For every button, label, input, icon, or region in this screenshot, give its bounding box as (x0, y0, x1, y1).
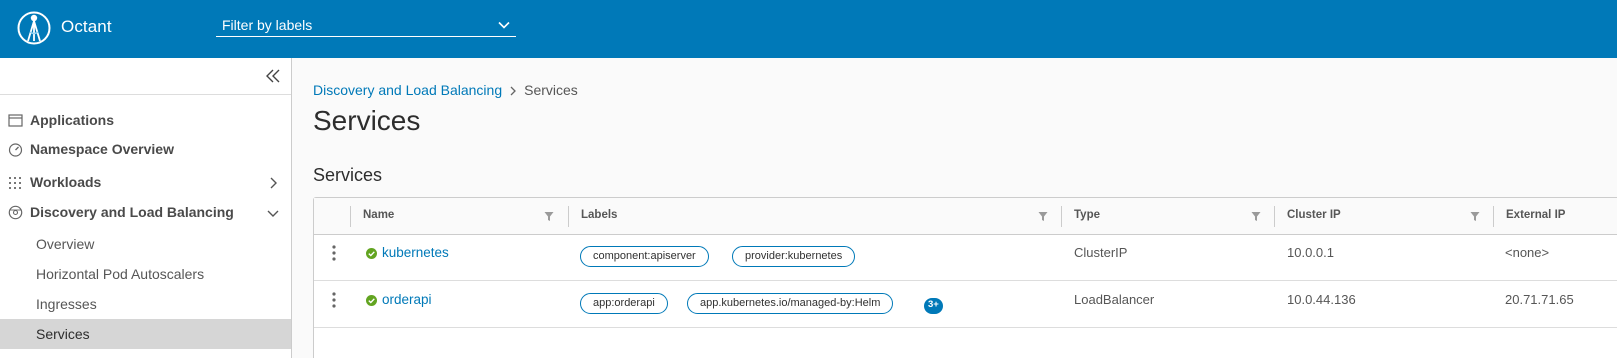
column-header-label: Type (1074, 209, 1100, 221)
applications-icon (8, 114, 23, 127)
filter-icon[interactable] (1470, 211, 1480, 222)
table-header: Name Labels Type Cluster IP External IP (314, 198, 1617, 235)
label-pill: component:apiserver (580, 246, 709, 267)
label-pill: app.kubernetes.io/managed-by:Helm (687, 293, 894, 314)
sidebar: Applications Namespace Overview Workload… (0, 58, 292, 358)
table-row: kubernetes component:apiserver provider:… (314, 235, 1617, 281)
sidebar-subitem-services[interactable]: Services (0, 319, 291, 349)
sidebar-subitem-overview[interactable]: Overview (0, 229, 291, 259)
chevron-down-icon[interactable] (267, 207, 279, 219)
sidebar-subitem-label: Services (36, 326, 90, 342)
column-header-external-ip[interactable]: External IP (1494, 198, 1617, 234)
sidebar-item-namespace-overview[interactable]: Namespace Overview (0, 135, 291, 165)
main-content: Discovery and Load Balancing Services Ser… (292, 58, 1617, 358)
table-row: orderapi app:orderapi app.kubernetes.io/… (314, 282, 1617, 328)
column-header-label: Cluster IP (1287, 209, 1341, 221)
label-pill: app:orderapi (580, 293, 668, 314)
vertical-ellipsis-icon[interactable] (327, 291, 341, 309)
column-header-label: Name (363, 209, 395, 221)
grid-icon (9, 177, 21, 189)
cluster-ip: 10.0.44.136 (1287, 292, 1356, 307)
label-filter-dropdown[interactable]: Filter by labels (216, 14, 516, 37)
sidebar-item-label: Namespace Overview (30, 141, 174, 157)
column-header-name[interactable]: Name (351, 198, 568, 234)
filter-icon[interactable] (1038, 211, 1048, 222)
status-ok-icon (366, 295, 377, 306)
chevron-right-icon[interactable] (267, 177, 279, 189)
filter-icon[interactable] (1251, 211, 1261, 222)
octant-logo-icon[interactable] (17, 10, 51, 46)
column-header-label: Labels (581, 209, 618, 221)
sidebar-item-label: Discovery and Load Balancing (30, 204, 234, 220)
label-pill: provider:kubernetes (732, 246, 856, 267)
sidebar-subitem-label: Horizontal Pod Autoscalers (36, 266, 205, 282)
label-filter-placeholder: Filter by labels (222, 17, 313, 33)
sidebar-subitem-ingresses[interactable]: Ingresses (0, 289, 291, 319)
network-globe-icon (8, 205, 23, 220)
vertical-ellipsis-icon[interactable] (327, 244, 341, 262)
breadcrumb-parent-link[interactable]: Discovery and Load Balancing (313, 82, 502, 98)
services-table: Name Labels Type Cluster IP External IP (313, 197, 1617, 358)
column-header-type[interactable]: Type (1062, 198, 1274, 234)
column-header-cluster-ip[interactable]: Cluster IP (1275, 198, 1493, 234)
breadcrumb-current: Services (524, 82, 578, 98)
chevron-down-icon (498, 21, 510, 29)
breadcrumb: Discovery and Load Balancing Services (313, 82, 578, 98)
dashboard-icon (8, 143, 23, 157)
app-title: Octant (61, 17, 112, 36)
external-ip: 20.71.71.65 (1505, 292, 1574, 307)
service-type: LoadBalancer (1074, 292, 1155, 307)
service-type: ClusterIP (1074, 245, 1128, 260)
chevron-right-icon (510, 86, 517, 96)
page-title: Services (313, 105, 421, 136)
double-chevron-left-icon[interactable] (265, 68, 281, 84)
sidebar-item-applications[interactable]: Applications (0, 106, 291, 136)
service-name-link[interactable]: kubernetes (382, 245, 449, 260)
sidebar-item-discovery-and-load-balancing[interactable]: Discovery and Load Balancing (0, 198, 291, 228)
column-header-labels[interactable]: Labels (569, 198, 1061, 234)
filter-icon[interactable] (544, 211, 554, 222)
sidebar-subitem-label: Ingresses (36, 296, 97, 312)
more-labels-badge[interactable]: 3+ (924, 298, 943, 314)
sidebar-item-label: Applications (30, 112, 115, 128)
external-ip: <none> (1505, 245, 1550, 260)
sidebar-item-label: Workloads (30, 174, 102, 190)
service-name-link[interactable]: orderapi (382, 292, 432, 307)
sidebar-collapse-bar (0, 58, 291, 95)
sidebar-subitem-horizontal-pod-autoscalers[interactable]: Horizontal Pod Autoscalers (0, 259, 291, 289)
status-ok-icon (366, 248, 377, 259)
sidebar-item-workloads[interactable]: Workloads (0, 168, 291, 198)
column-header-label: External IP (1506, 209, 1566, 221)
sidebar-subitem-label: Overview (36, 236, 95, 252)
app-header: Octant Filter by labels (0, 0, 1617, 58)
section-title: Services (313, 165, 383, 185)
cluster-ip: 10.0.0.1 (1287, 245, 1334, 260)
